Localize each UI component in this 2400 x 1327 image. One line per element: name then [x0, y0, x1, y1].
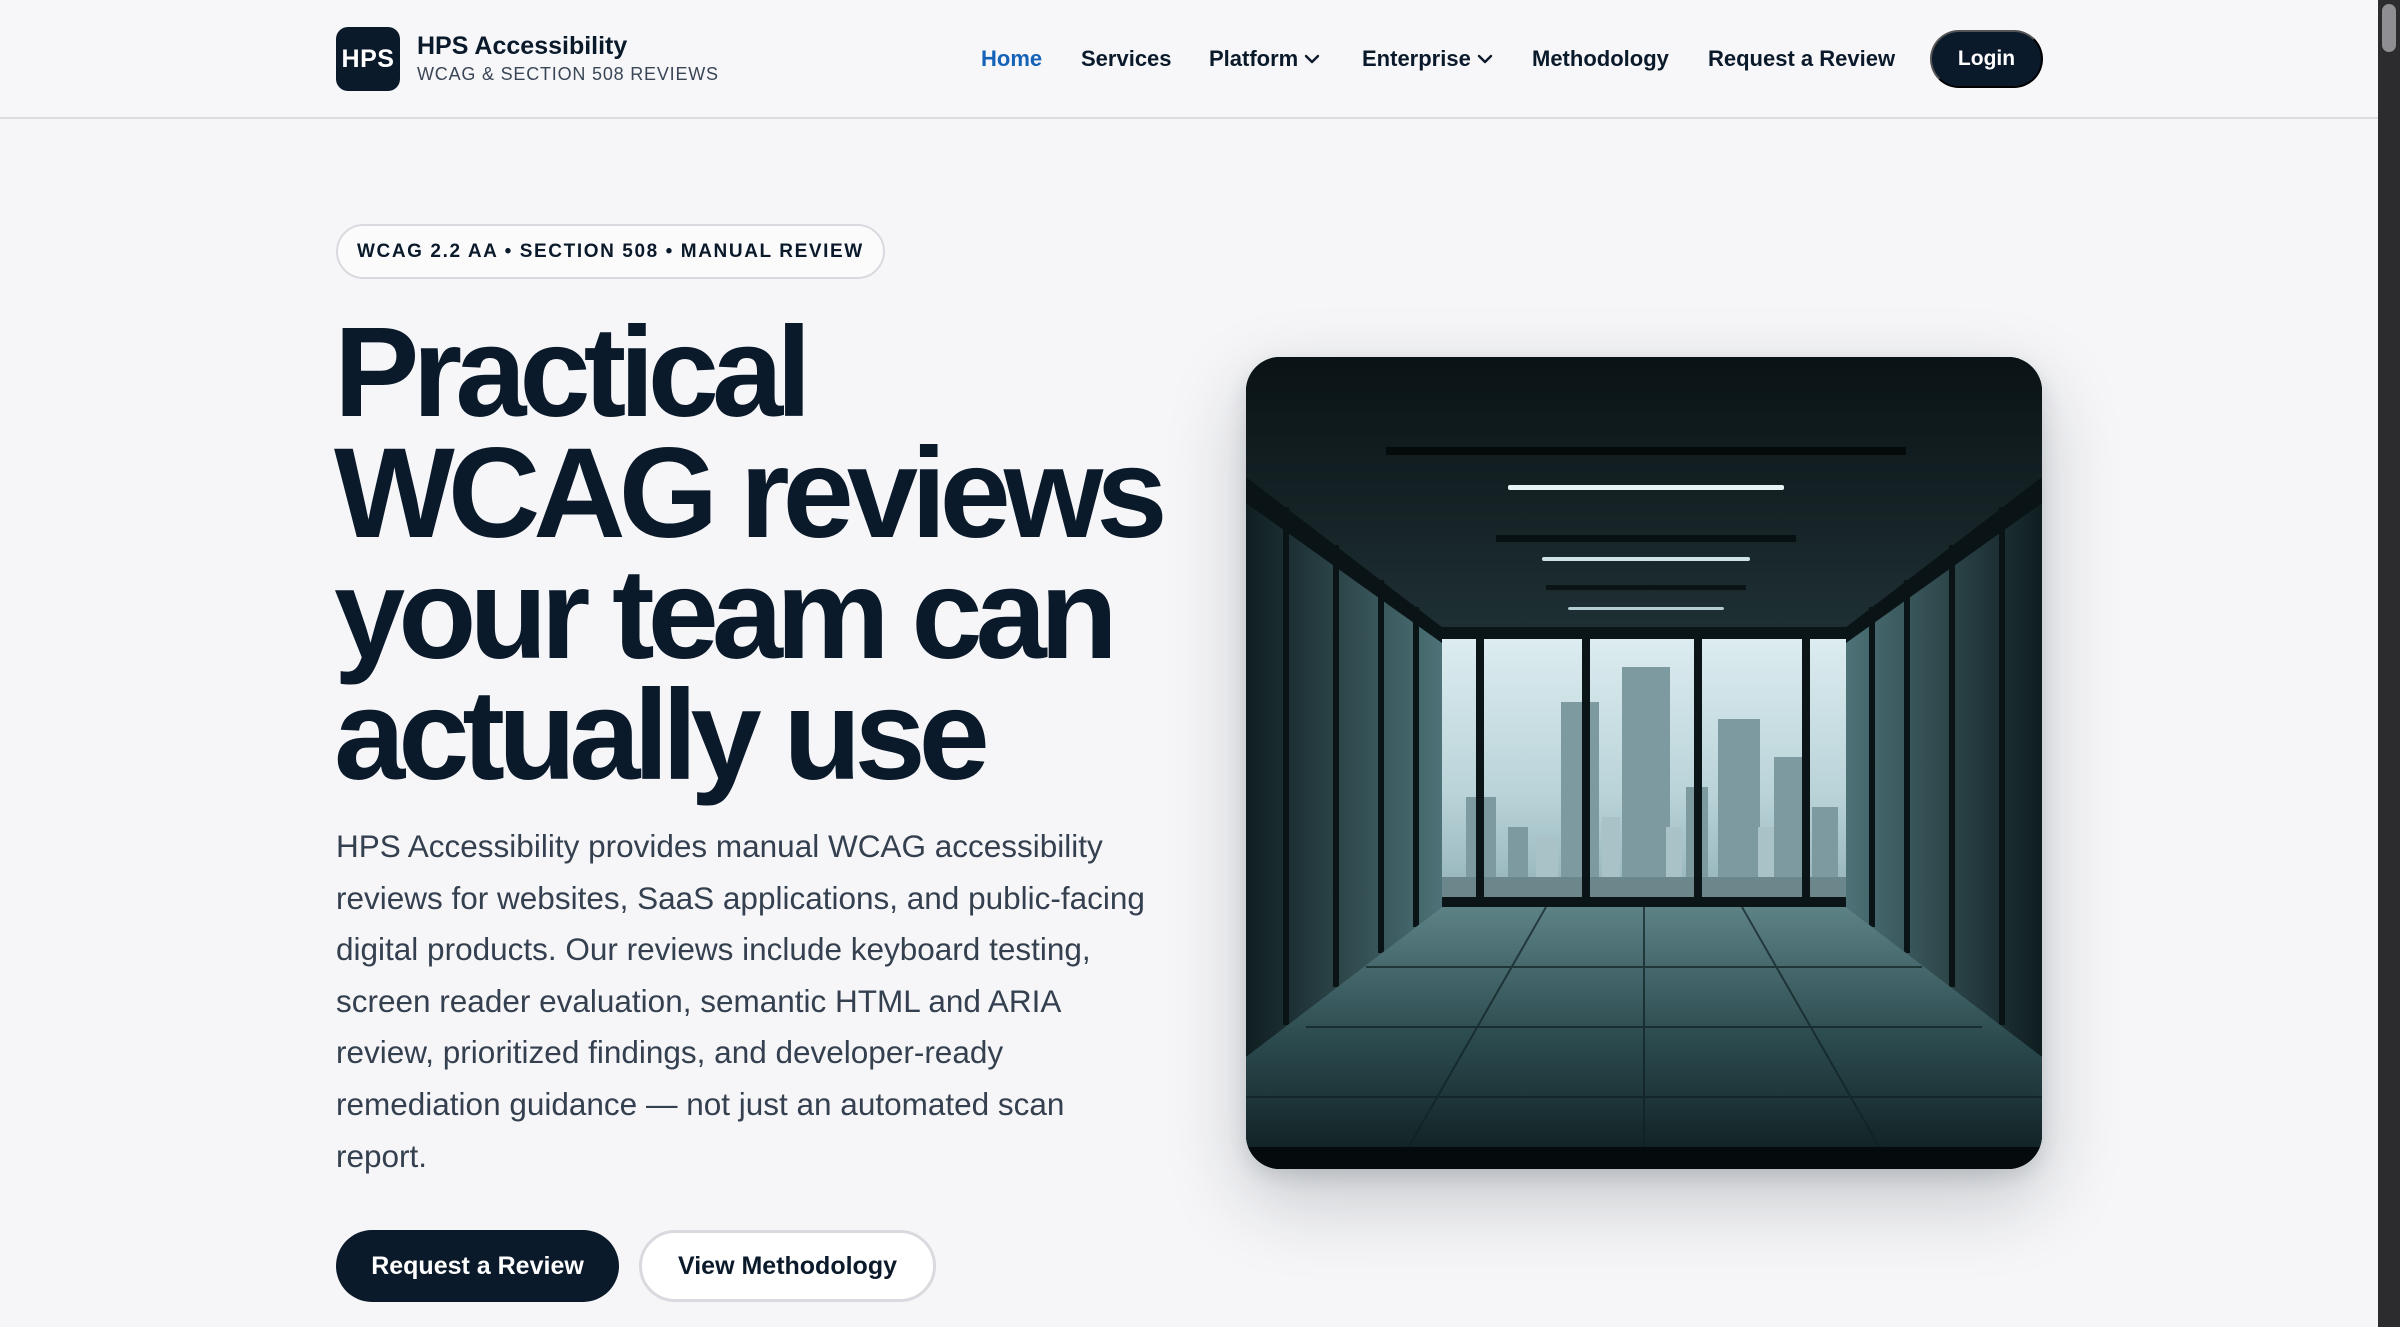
nav-services-label: Services	[1081, 46, 1172, 71]
request-review-button[interactable]: Request a Review	[336, 1230, 619, 1302]
hero-title: Practical WCAG reviews your team can act…	[334, 301, 1168, 807]
nav-enterprise[interactable]: Enterprise	[1362, 44, 1493, 74]
nav-home-label: Home	[981, 46, 1043, 71]
hero-description: HPS Accessibility provides manual WCAG a…	[336, 828, 1145, 1174]
nav-platform-label: Platform	[1209, 46, 1299, 71]
nav-request-review[interactable]: Request a Review	[1708, 44, 1895, 74]
hero-title-line: WCAG reviews	[334, 422, 1168, 565]
hero-title-line: Practical	[334, 301, 812, 444]
nav-methodology-label: Methodology	[1532, 46, 1669, 71]
chevron-down-icon	[1477, 54, 1493, 64]
login-button[interactable]: Login	[1930, 30, 2043, 88]
glass-office-city-view-icon	[1246, 357, 2042, 1169]
scrollbar-thumb[interactable]	[2382, 4, 2396, 52]
hero-title-line: actually use	[334, 664, 990, 807]
hero-title-line: your team can	[334, 543, 1118, 686]
site-header: HPS HPS Accessibility WCAG & SECTION 508…	[0, 0, 2378, 119]
hero-office-image	[1246, 357, 2042, 1169]
standards-badge: WCAG 2.2 AA • SECTION 508 • MANUAL REVIE…	[336, 224, 885, 279]
view-methodology-button[interactable]: View Methodology	[639, 1230, 936, 1302]
nav-enterprise-label: Enterprise	[1362, 46, 1471, 71]
nav-services[interactable]: Services	[1081, 44, 1172, 74]
page-scrollbar[interactable]	[2378, 0, 2400, 1327]
nav-methodology[interactable]: Methodology	[1532, 44, 1669, 74]
nav-platform[interactable]: Platform	[1209, 44, 1320, 74]
nav-home[interactable]: Home	[981, 44, 1042, 74]
nav-request-review-label: Request a Review	[1708, 46, 1896, 71]
chevron-down-icon	[1305, 54, 1320, 64]
